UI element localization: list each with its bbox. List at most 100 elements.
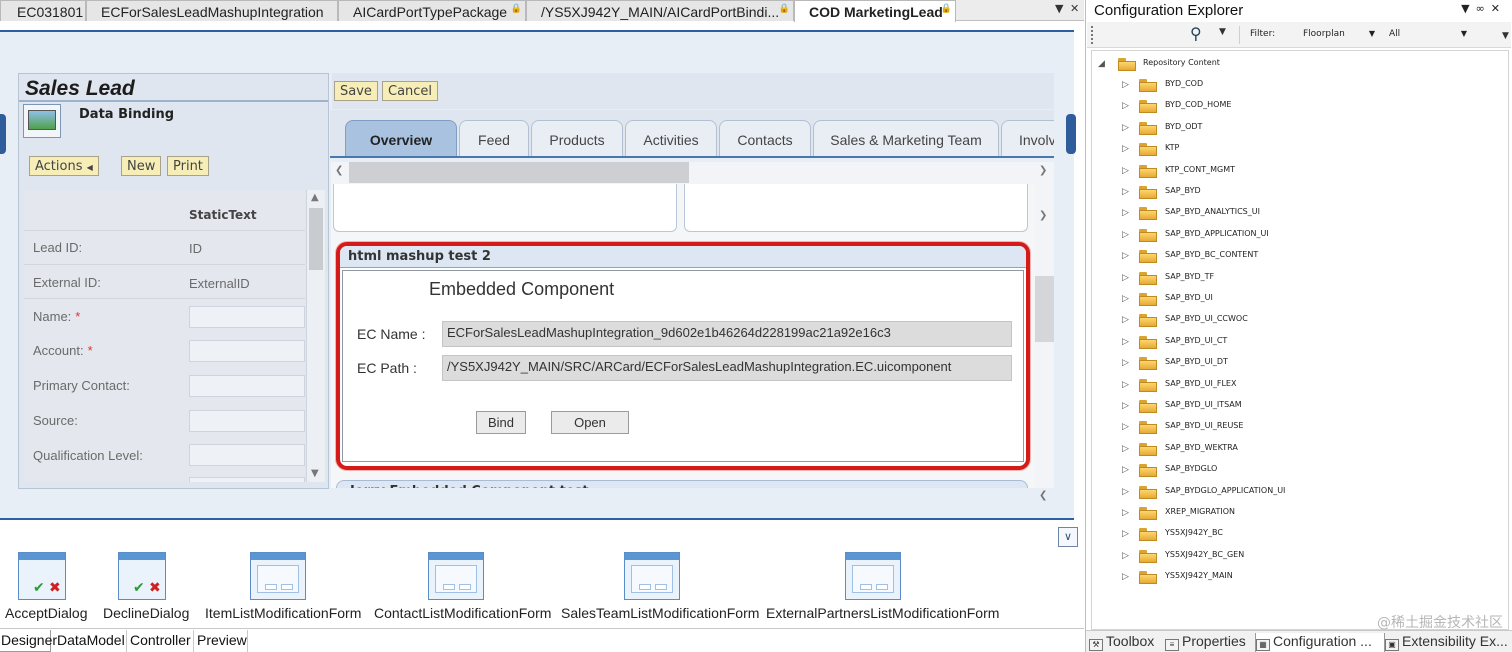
left-splitter-knob[interactable] [0, 114, 6, 154]
collapsed-arrow-icon[interactable]: ▷ [1122, 80, 1129, 90]
sales-team-list-modification-form-icon[interactable] [624, 552, 680, 600]
collapsed-arrow-icon[interactable]: ▷ [1122, 101, 1129, 111]
tab-preview[interactable]: Preview [194, 630, 248, 652]
external-partners-list-modification-form-icon[interactable] [845, 552, 901, 600]
collapsed-arrow-icon[interactable]: ▷ [1122, 337, 1129, 347]
scrollbar-thumb[interactable] [349, 162, 689, 183]
chevron-down-icon[interactable]: ▼ [1219, 27, 1226, 37]
close-icon[interactable]: ✕ [1070, 2, 1079, 15]
name-input[interactable] [189, 306, 305, 328]
chevron-right-icon[interactable]: ❯ [1039, 165, 1047, 176]
tab-involved-parties[interactable]: Involv [1001, 120, 1054, 156]
chevron-down-icon[interactable]: ▼ [311, 468, 319, 479]
collapsed-arrow-icon[interactable]: ▷ [1122, 273, 1129, 283]
source-input[interactable] [189, 410, 305, 432]
tab-sales-marketing-team[interactable]: Sales & Marketing Team [813, 120, 999, 156]
collapsed-arrow-icon[interactable]: ▷ [1122, 572, 1129, 582]
contact-list-modification-form-label[interactable]: ContactListModificationForm [374, 605, 551, 621]
collapsed-arrow-icon[interactable]: ▷ [1122, 487, 1129, 497]
chevron-up-icon[interactable]: ▲ [311, 192, 319, 203]
ec-name-field[interactable]: ECForSalesLeadMashupIntegration_9d602e1b… [442, 321, 1012, 347]
collapsed-arrow-icon[interactable]: ▷ [1122, 208, 1129, 218]
tab-activities[interactable]: Activities [625, 120, 717, 156]
close-icon[interactable]: ✕ [1491, 2, 1506, 15]
bind-button[interactable]: Bind [476, 411, 526, 434]
pin-icon[interactable]: ∞ [1476, 2, 1491, 15]
tab-products[interactable]: Products [531, 120, 623, 156]
collapsed-arrow-icon[interactable]: ▷ [1122, 187, 1129, 197]
chevron-up-icon[interactable]: ❯ [1039, 210, 1047, 221]
tab-configuration[interactable]: ▦ Configuration ... [1255, 633, 1385, 652]
primary-contact-input[interactable] [189, 375, 305, 397]
tab-extensibility-explorer[interactable]: ▣ Extensibility Ex... [1385, 633, 1512, 652]
collapsed-arrow-icon[interactable]: ▷ [1122, 529, 1129, 539]
tab-feed[interactable]: Feed [459, 120, 529, 156]
collapsed-arrow-icon[interactable]: ▷ [1122, 166, 1129, 176]
filter-value-select[interactable]: All ▼ [1385, 25, 1471, 45]
scrollbar-thumb[interactable] [309, 208, 323, 270]
sales-team-list-modification-form-label[interactable]: SalesTeamListModificationForm [561, 605, 759, 621]
new-button[interactable]: New [121, 156, 162, 176]
accept-dialog-label[interactable]: AcceptDialog [5, 605, 88, 621]
tree-node-label: BYD_COD [1165, 79, 1204, 88]
collapsed-arrow-icon[interactable]: ▷ [1122, 315, 1129, 325]
tab-horizontal-scrollbar[interactable]: ❮ ❯ [331, 162, 1054, 184]
scrollbar-thumb[interactable] [1035, 276, 1054, 342]
tab-overview[interactable]: Overview [345, 120, 457, 156]
ec-path-field[interactable]: /YS5XJ942Y_MAIN/SRC/ARCard/ECForSalesLea… [442, 355, 1012, 381]
form-vertical-scrollbar[interactable]: ▲ ▼ [306, 190, 325, 482]
tab-datamodel[interactable]: DataModel [54, 630, 127, 652]
search-icon[interactable]: ⚲ [1190, 24, 1202, 43]
item-list-modification-form-icon[interactable] [250, 552, 306, 600]
decline-dialog-icon[interactable]: ✔ ✖ [118, 552, 166, 600]
toolbar-overflow-icon[interactable]: ▼ [1502, 31, 1509, 41]
filter-type-select[interactable]: Floorplan ▼ [1299, 25, 1379, 45]
collapsed-arrow-icon[interactable]: ▷ [1122, 465, 1129, 475]
tab-controller[interactable]: Controller [127, 630, 194, 652]
item-list-modification-form-label[interactable]: ItemListModificationForm [205, 605, 361, 621]
jerry-embedded-component-panel[interactable]: Jerry Embedded Component test [336, 480, 1028, 488]
right-splitter-knob[interactable] [1066, 114, 1076, 154]
collapsed-arrow-icon[interactable]: ▷ [1122, 294, 1129, 304]
tab-designer[interactable]: Designer [0, 630, 57, 652]
doc-tab-ec031801[interactable]: EC031801 [0, 0, 86, 21]
pane-menu-icon[interactable]: ▼ [1461, 2, 1475, 15]
collapsed-arrow-icon[interactable]: ▷ [1122, 380, 1129, 390]
decline-dialog-label[interactable]: DeclineDialog [103, 605, 189, 621]
collapsed-arrow-icon[interactable]: ▷ [1122, 444, 1129, 454]
save-button[interactable]: Save [334, 81, 378, 101]
open-button[interactable]: Open [551, 411, 629, 434]
next-field-input[interactable] [189, 477, 305, 482]
external-partners-list-modification-form-label[interactable]: ExternalPartnersListModificationForm [766, 605, 999, 621]
qualification-level-input[interactable] [189, 444, 305, 466]
collapsed-arrow-icon[interactable]: ▷ [1122, 508, 1129, 518]
doc-tab-aicardporttypepackage[interactable]: AICardPortTypePackage 🔒 [338, 0, 526, 21]
collapsed-arrow-icon[interactable]: ▷ [1122, 551, 1129, 561]
collapse-panel-icon[interactable]: ∨ [1058, 527, 1078, 547]
collapsed-arrow-icon[interactable]: ▷ [1122, 358, 1129, 368]
doc-tab-cod-marketinglead[interactable]: COD MarketingLead 🔒 [794, 0, 956, 22]
doc-tab-ecforsalesleadmashupintegration[interactable]: ECForSalesLeadMashupIntegration [86, 0, 338, 21]
collapsed-arrow-icon[interactable]: ▷ [1122, 230, 1129, 240]
actions-button[interactable]: Actions ◀ [29, 156, 99, 176]
content-vertical-scrollbar[interactable]: ❯ ❮ [1035, 184, 1054, 501]
tab-properties[interactable]: ≡ Properties [1165, 633, 1255, 652]
tab-list-dropdown-icon[interactable]: ▼ [1055, 2, 1063, 15]
account-input[interactable] [189, 340, 305, 362]
accept-dialog-icon[interactable]: ✔ ✖ [18, 552, 66, 600]
collapsed-arrow-icon[interactable]: ▷ [1122, 123, 1129, 133]
toolbar-grip[interactable] [1091, 26, 1094, 44]
contact-list-modification-form-icon[interactable] [428, 552, 484, 600]
collapsed-arrow-icon[interactable]: ▷ [1122, 401, 1129, 411]
chevron-left-icon[interactable]: ❮ [335, 165, 343, 176]
doc-tab-aicardportbinding[interactable]: /YS5XJ942Y_MAIN/AICardPortBindi... 🔒 [526, 0, 794, 21]
collapsed-arrow-icon[interactable]: ▷ [1122, 144, 1129, 154]
tab-contacts[interactable]: Contacts [719, 120, 811, 156]
collapsed-arrow-icon[interactable]: ▷ [1122, 422, 1129, 432]
cancel-button[interactable]: Cancel [382, 81, 439, 101]
tab-toolbox[interactable]: ⚒ Toolbox [1089, 633, 1165, 652]
collapsed-arrow-icon[interactable]: ▷ [1122, 251, 1129, 261]
print-button[interactable]: Print [167, 156, 209, 176]
expanded-arrow-icon[interactable]: ◢ [1098, 59, 1105, 69]
chevron-down-icon[interactable]: ❮ [1039, 490, 1047, 501]
